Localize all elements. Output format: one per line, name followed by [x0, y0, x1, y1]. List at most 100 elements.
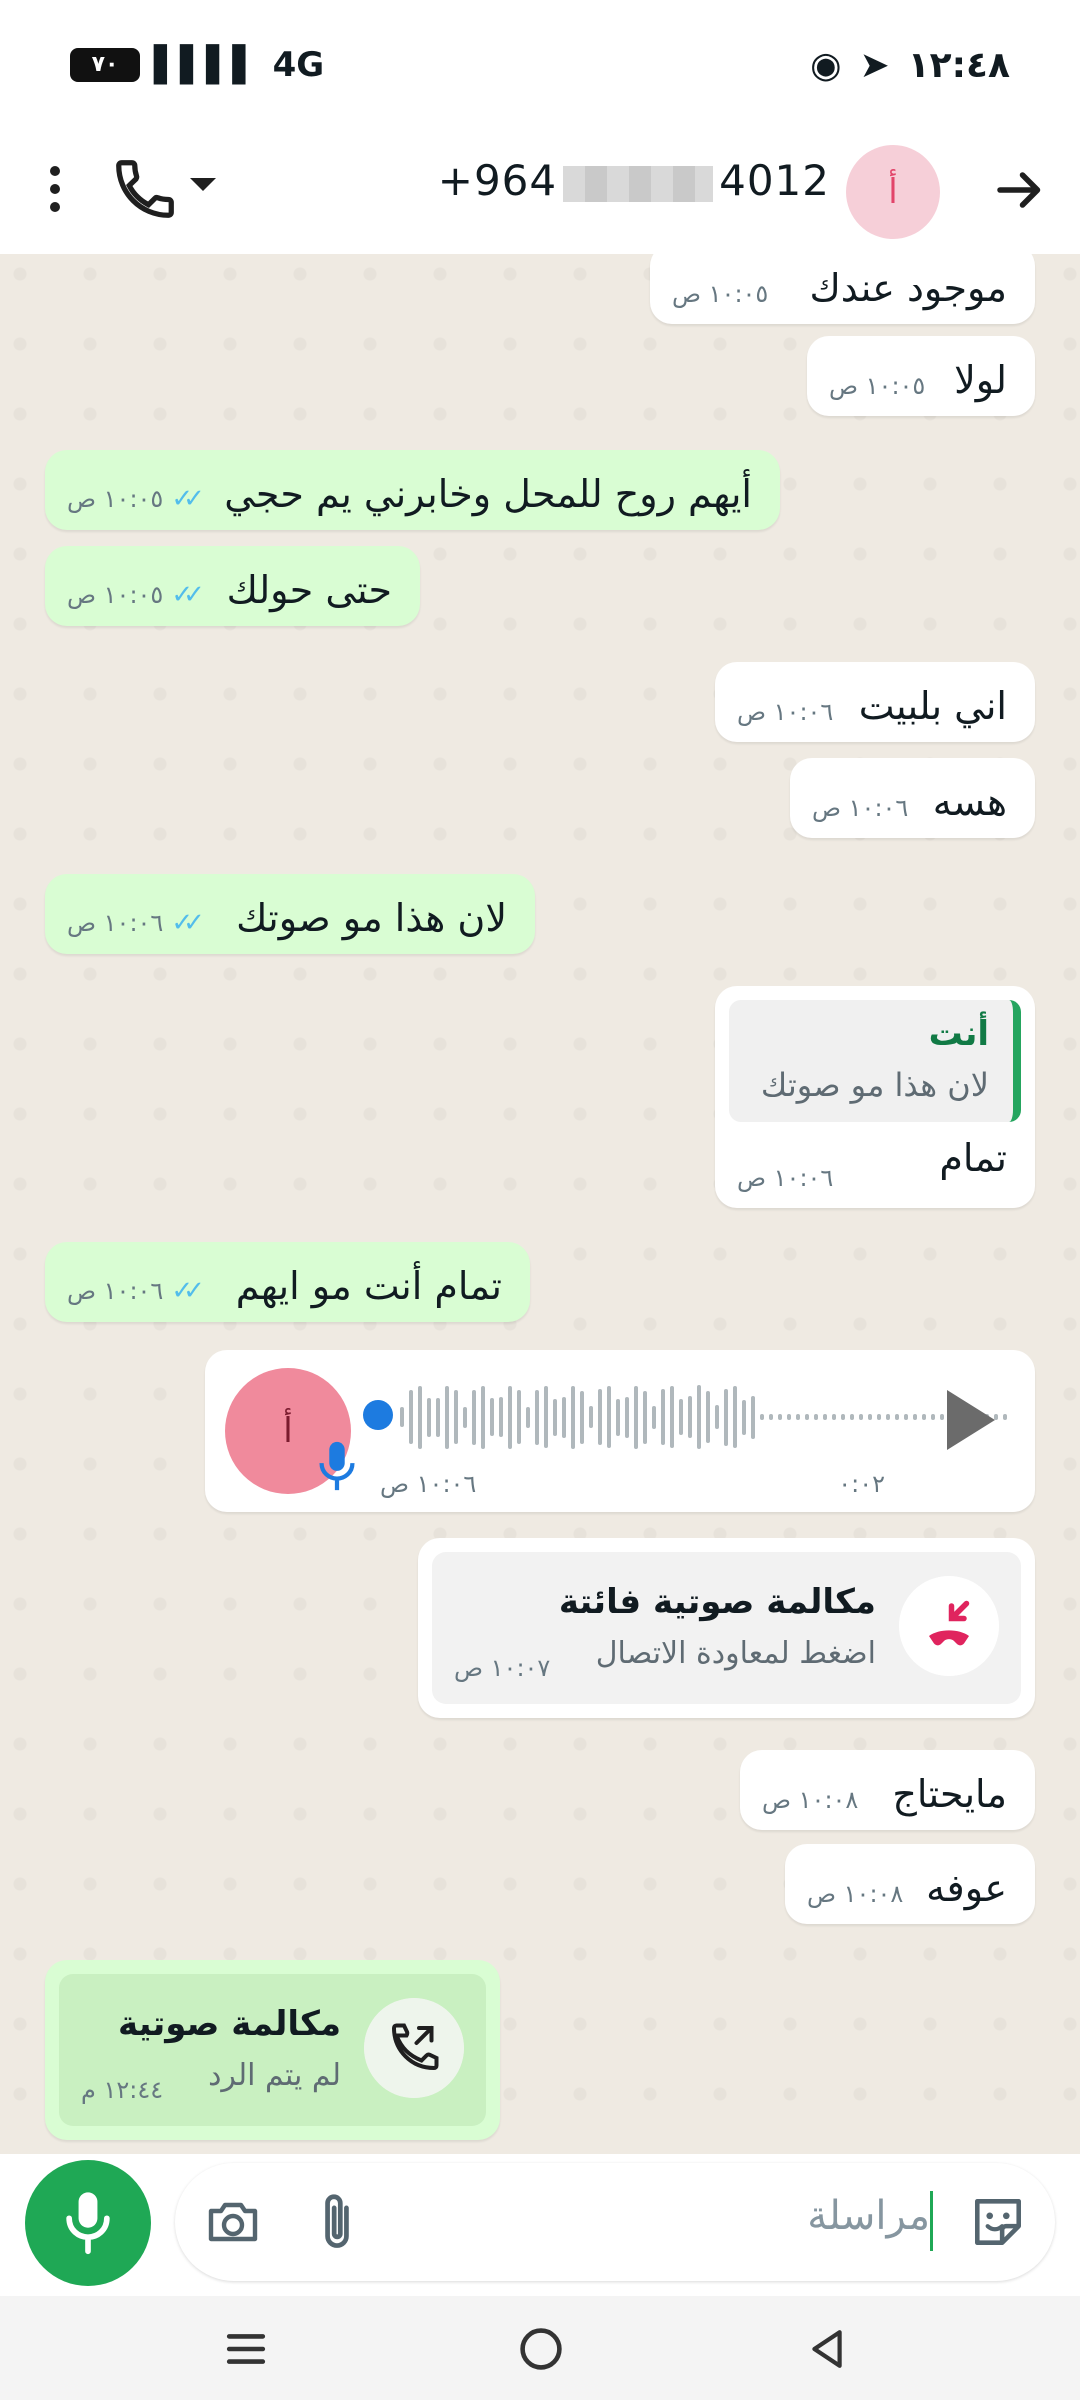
waveform-bar: [400, 1407, 404, 1427]
voice-call-card[interactable]: مكالمة صوتية لم يتم الرد ١٢:٤٤ م: [59, 1974, 486, 2126]
missed-call-title: مكالمة صوتية فائتة: [558, 1582, 876, 1622]
message-bubble[interactable]: اني بلبيت ١٠:٠٦ ص: [715, 662, 1035, 742]
status-left: ٧٠ ▌▌▌▌ 4G: [70, 45, 324, 85]
contact-phone[interactable]: +964 4012: [438, 156, 830, 205]
voice-call-subtitle: لم يتم الرد: [208, 2058, 341, 2093]
network-type: 4G: [272, 45, 325, 85]
message-bubble[interactable]: لان هذا مو صوتك ١٠:٠٦ ص ✓✓: [45, 874, 535, 954]
message-text: موجود عندك: [809, 266, 1007, 310]
signal-icon: ▌▌▌▌: [154, 45, 259, 85]
reply-message-bubble[interactable]: أنت لان هذا مو صوتك تمام ١٠:٠٦ ص: [715, 986, 1035, 1208]
home-icon[interactable]: [518, 2326, 564, 2372]
play-icon[interactable]: [947, 1390, 995, 1450]
waveform-bar: [580, 1390, 584, 1444]
message-composer[interactable]: مراسلة: [175, 2163, 1055, 2281]
waveform-bar: [535, 1389, 539, 1445]
back-arrow-icon[interactable]: [990, 160, 1050, 220]
waveform-bar: [544, 1386, 548, 1448]
waveform-bar: [904, 1414, 908, 1420]
waveform-bar: [553, 1398, 557, 1436]
waveform-bar: [598, 1389, 602, 1445]
camera-icon[interactable]: [205, 2195, 261, 2247]
message-text: عوفه: [926, 1866, 1007, 1910]
waveform-bar: [472, 1389, 476, 1445]
back-icon[interactable]: [806, 2326, 848, 2372]
waveform-bar: [868, 1414, 872, 1420]
message-time: ١٠:٠٥ ص: [672, 280, 769, 308]
waveform-bar: [634, 1385, 638, 1449]
message-bubble[interactable]: موجود عندك ١٠:٠٥ ص: [650, 254, 1035, 324]
waveform-bar: [805, 1414, 809, 1420]
phone-suffix: 4012: [719, 156, 830, 205]
message-meta: ١٠:٠٥ ص ✓✓: [67, 484, 205, 514]
chat-area[interactable]: موجود عندك ١٠:٠٥ ص لولا ١٠:٠٥ ص أيهم روح…: [0, 254, 1080, 2154]
waveform-bar: [436, 1397, 440, 1437]
message-bubble[interactable]: عوفه ١٠:٠٨ ص: [785, 1844, 1035, 1924]
contact-avatar[interactable]: أ: [846, 145, 940, 239]
message-bubble[interactable]: حتى حولك ١٠:٠٥ ص ✓✓: [45, 546, 420, 626]
message-text: حتى حولك: [226, 568, 392, 612]
read-ticks-icon: ✓✓: [171, 1276, 204, 1306]
message-time: ١٠:٠٥ ص: [829, 372, 926, 400]
waveform-bar: [571, 1385, 575, 1449]
missed-call-subtitle: اضغط لمعاودة الاتصال: [595, 1636, 876, 1671]
message-time: ١٠:٠٦ ص: [737, 1164, 834, 1192]
waveform-bar: [940, 1414, 944, 1420]
missed-call-bubble[interactable]: مكالمة صوتية فائتة اضغط لمعاودة الاتصال …: [418, 1538, 1035, 1718]
message-time: ١٠:٠٨ ص: [762, 1786, 859, 1814]
call-dropdown-icon[interactable]: [190, 178, 216, 191]
waveform-bar: [877, 1414, 881, 1420]
missed-call-time: ١٠:٠٧ ص: [454, 1654, 551, 1682]
message-text: تمام أنت مو ايهم: [235, 1264, 502, 1308]
message-text: اني بلبيت: [858, 684, 1007, 728]
waveform-bar: [769, 1414, 773, 1420]
message-bubble[interactable]: لولا ١٠:٠٥ ص: [807, 336, 1035, 416]
message-bubble[interactable]: هسه ١٠:٠٦ ص: [790, 758, 1035, 838]
more-options-icon[interactable]: [40, 158, 70, 222]
voice-record-button[interactable]: [25, 2160, 151, 2286]
waveform-bar: [778, 1414, 782, 1420]
waveform-bar: [409, 1390, 413, 1444]
waveform-bar: [841, 1414, 845, 1420]
voice-call-icon[interactable]: [110, 154, 180, 224]
missed-call-icon: [899, 1576, 999, 1676]
waveform-bar: [679, 1399, 683, 1435]
waveform-bar: [850, 1414, 854, 1420]
message-time: ١٠:٠٨ ص: [807, 1880, 904, 1908]
waveform-bar: [508, 1385, 512, 1449]
missed-call-card[interactable]: مكالمة صوتية فائتة اضغط لمعاودة الاتصال …: [432, 1552, 1021, 1704]
read-ticks-icon: ✓✓: [171, 484, 204, 514]
waveform-bar: [895, 1414, 899, 1420]
voice-call-bubble[interactable]: مكالمة صوتية لم يتم الرد ١٢:٤٤ م: [45, 1960, 500, 2140]
waveform-bar: [643, 1390, 647, 1444]
message-bubble[interactable]: أيهم روح للمحل وخابرني يم حجي ١٠:٠٥ ص ✓✓: [45, 450, 780, 530]
attach-icon[interactable]: [315, 2189, 359, 2255]
waveform-bar: [616, 1398, 620, 1436]
message-time: ١٠:٠٦ ص: [812, 794, 909, 822]
outgoing-call-icon: [364, 1998, 464, 2098]
message-input-placeholder[interactable]: مراسلة: [807, 2193, 930, 2239]
quoted-message[interactable]: أنت لان هذا مو صوتك: [729, 1000, 1021, 1122]
waveform-bar: [445, 1385, 449, 1449]
text-cursor: [930, 2191, 933, 2251]
record-icon: ◉: [810, 45, 842, 86]
waveform-bar: [481, 1385, 485, 1449]
message-text: لان هذا مو صوتك: [236, 896, 507, 940]
recents-menu-icon[interactable]: [225, 2328, 267, 2370]
waveform-bar: [742, 1399, 746, 1435]
message-bubble[interactable]: مايحتاج ١٠:٠٨ ص: [740, 1750, 1035, 1830]
message-bubble[interactable]: تمام أنت مو ايهم ١٠:٠٦ ص ✓✓: [45, 1242, 530, 1322]
waveform-bar: [517, 1390, 521, 1444]
waveform-bar: [886, 1414, 890, 1420]
waveform-bar: [913, 1414, 917, 1420]
waveform-bar: [715, 1405, 719, 1429]
message-text: لولا: [954, 358, 1007, 402]
voice-message-bubble[interactable]: أ ٠:٠٢ ١٠:٠٦ ص: [205, 1350, 1035, 1512]
sticker-icon[interactable]: [969, 2193, 1027, 2251]
battery-icon: ٧٠: [70, 48, 140, 82]
playback-position-handle[interactable]: [363, 1400, 393, 1430]
message-time: ١٠:٠٦ ص: [737, 698, 834, 726]
microphone-icon: [319, 1441, 355, 1491]
status-time: ١٢:٤٨: [907, 45, 1010, 86]
waveform-bar: [751, 1395, 755, 1439]
